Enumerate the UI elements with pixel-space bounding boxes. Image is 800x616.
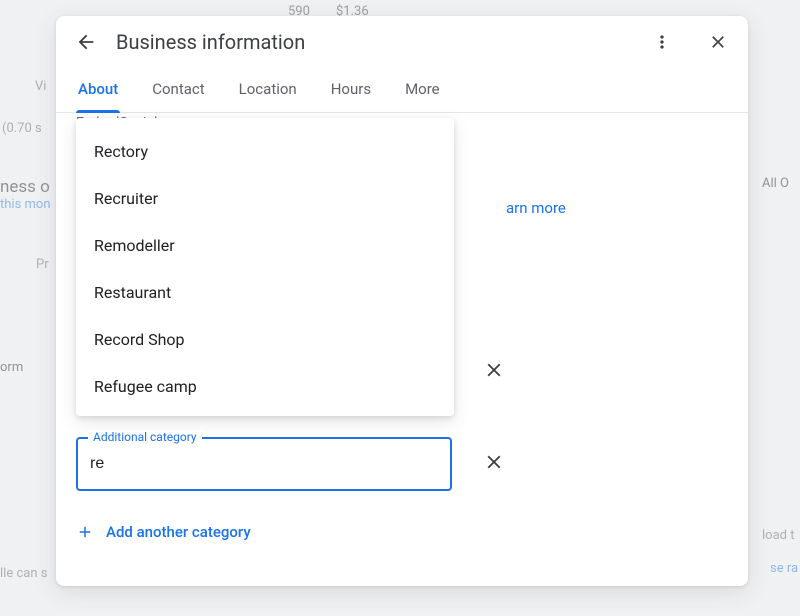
tab-hours[interactable]: Hours (329, 74, 373, 112)
suggestion-option[interactable]: Rectory (76, 128, 454, 175)
suggestion-option[interactable]: Remodeller (76, 222, 454, 269)
learn-more-link[interactable]: arn more (506, 199, 566, 217)
tab-more[interactable]: More (403, 74, 442, 112)
suggestion-option[interactable]: Refugee camp (76, 363, 454, 410)
dialog-body: EmbedSocial arn more Rectory Recruiter R… (56, 113, 748, 586)
suggestion-option[interactable]: Recruiter (76, 175, 454, 222)
field-label: Additional category (88, 430, 202, 444)
plus-icon (76, 523, 94, 541)
back-arrow-icon[interactable] (74, 30, 98, 54)
category-suggestions-dropdown: Rectory Recruiter Remodeller Restaurant … (76, 118, 454, 416)
add-another-category-button[interactable]: Add another category (76, 523, 251, 541)
suggestion-option[interactable]: Record Shop (76, 316, 454, 363)
dialog-title: Business information (116, 30, 305, 54)
tab-bar: About Contact Location Hours More (56, 64, 748, 113)
additional-category-input[interactable] (78, 455, 450, 473)
close-icon[interactable] (706, 30, 730, 54)
additional-category-field[interactable]: Additional category (76, 437, 452, 491)
dialog-header: Business information (56, 16, 748, 64)
additional-category-field-wrap: Additional category (76, 437, 452, 491)
remove-category-icon[interactable] (483, 359, 505, 381)
clear-input-icon[interactable] (483, 451, 505, 473)
tab-about[interactable]: About (76, 74, 120, 112)
tab-contact[interactable]: Contact (150, 74, 206, 112)
business-information-dialog: Business information About Contact Locat… (56, 16, 748, 586)
tab-location[interactable]: Location (237, 74, 299, 112)
suggestion-option[interactable]: Restaurant (76, 269, 454, 316)
add-another-category-label: Add another category (106, 523, 251, 541)
kebab-menu-icon[interactable] (650, 30, 674, 54)
